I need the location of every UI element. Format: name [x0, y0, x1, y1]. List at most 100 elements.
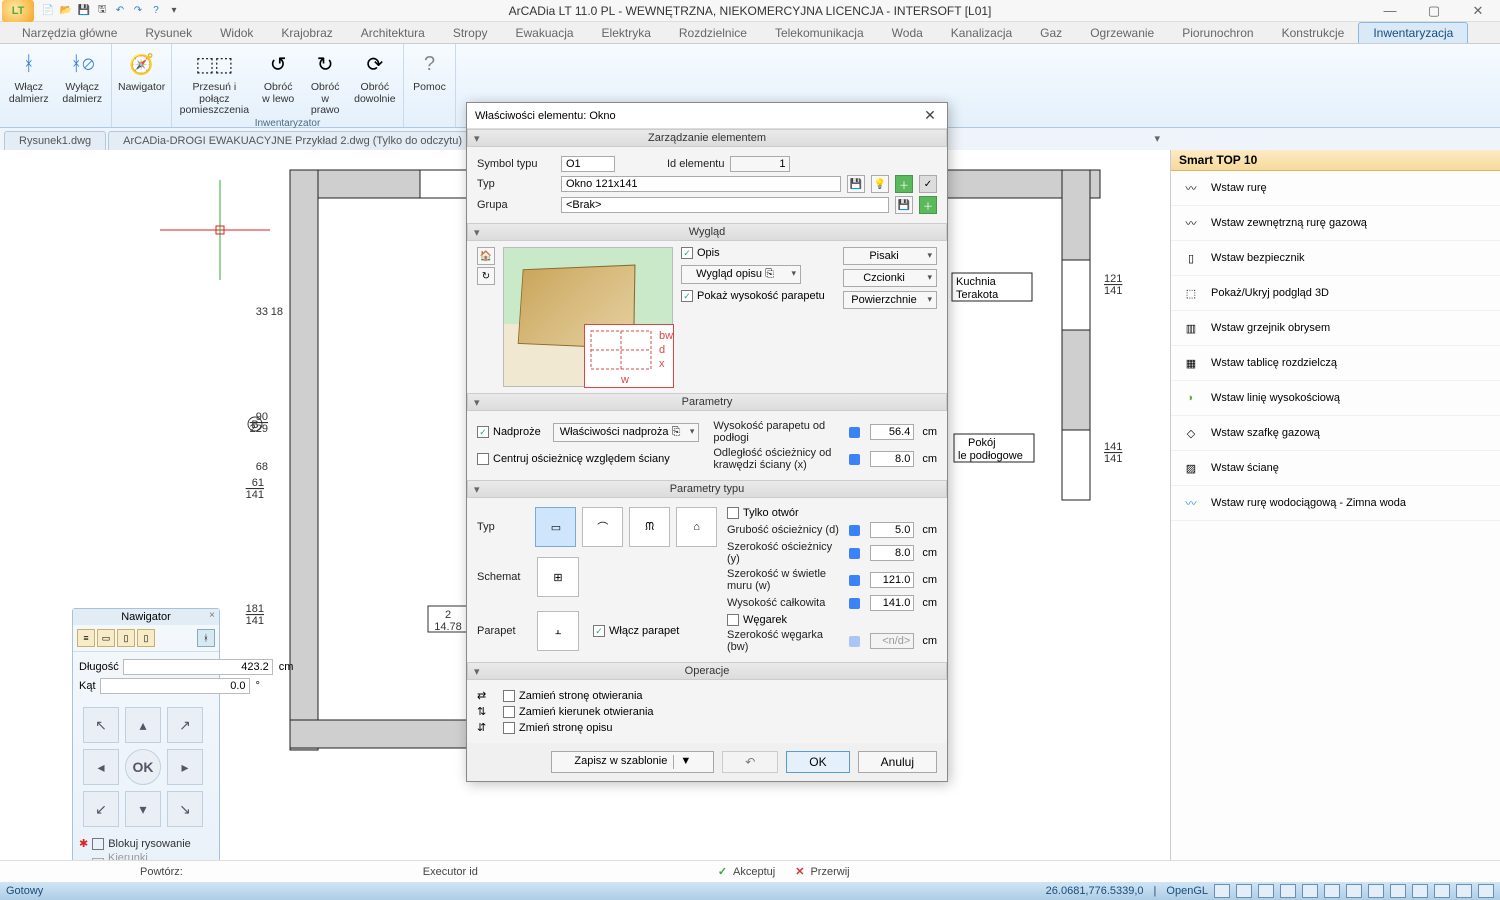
- btn-obroc-lewo[interactable]: ↺Obróć w lewo: [259, 48, 298, 105]
- status-icon-3[interactable]: [1258, 884, 1274, 898]
- bluetooth-icon[interactable]: [849, 525, 860, 536]
- arrow-up-icon[interactable]: ▴: [125, 707, 161, 743]
- nav-bluetooth-icon[interactable]: ᚼ: [197, 629, 215, 647]
- qat-new-icon[interactable]: 📄: [40, 3, 56, 19]
- qat-saveall-icon[interactable]: 🖫: [94, 3, 110, 19]
- pisaki-dropdown[interactable]: Pisaki: [843, 247, 937, 265]
- nav-mode1-icon[interactable]: ≡: [77, 629, 95, 647]
- chevron-down-icon[interactable]: ▾: [1154, 132, 1160, 145]
- smart-item-podglad-3d[interactable]: ⬚Pokaż/Ukryj podgląd 3D: [1171, 276, 1500, 311]
- bluetooth-icon[interactable]: [849, 454, 860, 465]
- tab-konstrukcje[interactable]: Konstrukcje: [1268, 23, 1359, 43]
- tab-narzedzia-glowne[interactable]: Narzędzia główne: [8, 23, 131, 43]
- section-params-header[interactable]: ▾Parametry: [467, 393, 947, 411]
- smart-item-szafka-gaz[interactable]: ◇Wstaw szafkę gazową: [1171, 416, 1500, 451]
- bluetooth-icon[interactable]: [849, 598, 860, 609]
- btn-pomoc[interactable]: ?Pomoc: [410, 48, 449, 94]
- grubosc-input[interactable]: [870, 522, 914, 538]
- length-input[interactable]: [123, 659, 273, 675]
- navigator-palette[interactable]: Nawigator× ≡ ▭ ▯ ▯ ᚼ Długość cm Kąt ° ↖ …: [72, 608, 220, 887]
- wys-calk-input[interactable]: [870, 595, 914, 611]
- btn-wlacz-dalmierz[interactable]: ᚼWłącz dalmierz: [6, 48, 52, 105]
- tylko-otwor-checkbox[interactable]: Tylko otwór: [727, 507, 799, 519]
- tab-krajobraz[interactable]: Krajobraz: [267, 23, 346, 43]
- smart-item-grzejnik[interactable]: ▥Wstaw grzejnik obrysem: [1171, 311, 1500, 346]
- tab-rozdzielnice[interactable]: Rozdzielnice: [665, 23, 761, 43]
- smart-item-wstaw-rure[interactable]: 〰Wstaw rurę: [1171, 171, 1500, 206]
- group-add-icon[interactable]: ＋: [919, 196, 937, 214]
- cancel-icon[interactable]: ✕: [795, 865, 804, 878]
- zamien-strone-checkbox[interactable]: Zamień stronę otwierania: [503, 690, 643, 702]
- cancel-label[interactable]: Przerwij: [810, 866, 849, 878]
- bluetooth-icon[interactable]: [849, 575, 860, 586]
- tab-ogrzewanie[interactable]: Ogrzewanie: [1076, 23, 1168, 43]
- tab-ewakuacja[interactable]: Ewakuacja: [502, 23, 588, 43]
- status-icon-4[interactable]: [1280, 884, 1296, 898]
- wegarek-checkbox[interactable]: Węgarek: [727, 614, 787, 626]
- type-add-icon[interactable]: ＋: [895, 175, 913, 193]
- smart-item-sciana[interactable]: ▨Wstaw ścianę: [1171, 451, 1500, 486]
- smart-item-rura-gazowa[interactable]: 〰Wstaw zewnętrzną rurę gazową: [1171, 206, 1500, 241]
- qat-help-icon[interactable]: ?: [148, 3, 164, 19]
- szer-muru-input[interactable]: [870, 572, 914, 588]
- status-icon-1[interactable]: [1214, 884, 1230, 898]
- status-icon-8[interactable]: [1368, 884, 1384, 898]
- lock-draw-checkbox[interactable]: [92, 838, 104, 850]
- doctab-przyklad2[interactable]: ArCADia-DROGI EWAKUACYJNE Przykład 2.dwg…: [108, 131, 477, 150]
- btn-nawigator[interactable]: 🧭Nawigator: [118, 48, 165, 94]
- status-icon-11[interactable]: [1434, 884, 1450, 898]
- zamien-kierunek-checkbox[interactable]: Zamień kierunek otwierania: [503, 706, 654, 718]
- tab-telekomunikacja[interactable]: Telekomunikacja: [761, 23, 878, 43]
- arrow-downleft-icon[interactable]: ↙: [83, 791, 119, 827]
- centruj-checkbox[interactable]: Centruj ościeżnicę względem ściany: [477, 453, 670, 465]
- qat-dropdown-icon[interactable]: ▾: [166, 3, 182, 19]
- smart-item-tablica[interactable]: ▦Wstaw tablicę rozdzielczą: [1171, 346, 1500, 381]
- accept-icon[interactable]: ✓: [718, 865, 727, 878]
- swap-side-icon[interactable]: ⇄: [477, 689, 497, 702]
- close-button[interactable]: ✕: [1456, 0, 1500, 22]
- section-appearance-header[interactable]: ▾Wygląd: [467, 223, 947, 241]
- status-icon-10[interactable]: [1412, 884, 1428, 898]
- pokaz-wys-checkbox[interactable]: ✓Pokaż wysokość parapetu: [681, 290, 825, 302]
- save-template-button[interactable]: Zapisz w szablonie▼: [551, 751, 714, 773]
- btn-obroc-dowolnie[interactable]: ⟳Obróć dowolnie: [353, 48, 397, 105]
- minimize-button[interactable]: —: [1368, 0, 1412, 22]
- wys-parapetu-input[interactable]: [870, 424, 914, 440]
- tab-inwentaryzacja[interactable]: Inwentaryzacja: [1358, 22, 1468, 43]
- status-icon-7[interactable]: [1346, 884, 1362, 898]
- tab-stropy[interactable]: Stropy: [439, 23, 502, 43]
- nav-mode2-icon[interactable]: ▭: [97, 629, 115, 647]
- status-icon-5[interactable]: [1302, 884, 1318, 898]
- arrow-upright-icon[interactable]: ↗: [167, 707, 203, 743]
- status-icon-2[interactable]: [1236, 884, 1252, 898]
- odleglosc-input[interactable]: [870, 451, 914, 467]
- close-icon[interactable]: ×: [209, 610, 215, 621]
- nadproze-checkbox[interactable]: ✓Nadproże: [477, 426, 541, 438]
- symbol-type-input[interactable]: [561, 156, 615, 172]
- maximize-button[interactable]: ▢: [1412, 0, 1456, 22]
- smart-item-rura-woda[interactable]: 〰Wstaw rurę wodociągową - Zimna woda: [1171, 486, 1500, 521]
- bluetooth-icon[interactable]: [849, 548, 860, 559]
- tab-widok[interactable]: Widok: [206, 23, 267, 43]
- element-properties-dialog[interactable]: Właściwości elementu: Okno ✕ ▾Zarządzani…: [466, 102, 948, 782]
- status-icon-6[interactable]: [1324, 884, 1340, 898]
- btn-wylacz-dalmierz[interactable]: ᚼ⊘Wyłącz dalmierz: [60, 48, 106, 105]
- smart-item-linia-wys[interactable]: ◗Wstaw linię wysokościową: [1171, 381, 1500, 416]
- typeopt-1[interactable]: ▭: [535, 507, 576, 547]
- schemat-opt[interactable]: ⊞: [537, 557, 579, 597]
- szer-osc-input[interactable]: [870, 545, 914, 561]
- section-typeparams-header[interactable]: ▾Parametry typu: [467, 480, 947, 498]
- tab-gaz[interactable]: Gaz: [1026, 23, 1076, 43]
- group-save-icon[interactable]: 💾: [895, 196, 913, 214]
- wlasciwosci-nadproza-button[interactable]: Właściwości nadproża ⎘: [553, 423, 700, 442]
- typeopt-2[interactable]: ⌒: [582, 507, 623, 547]
- qat-undo-icon[interactable]: ↶: [112, 3, 128, 19]
- type-lightbulb-icon[interactable]: 💡: [871, 175, 889, 193]
- group-input[interactable]: [561, 197, 889, 213]
- preview-home-icon[interactable]: 🏠: [477, 247, 495, 265]
- tab-elektryka[interactable]: Elektryka: [588, 23, 665, 43]
- status-icon-12[interactable]: [1456, 884, 1472, 898]
- swap-dir-icon[interactable]: ⇅: [477, 705, 497, 718]
- parapet-icon-btn[interactable]: ⫠: [537, 611, 579, 651]
- typeopt-4[interactable]: ⌂: [676, 507, 717, 547]
